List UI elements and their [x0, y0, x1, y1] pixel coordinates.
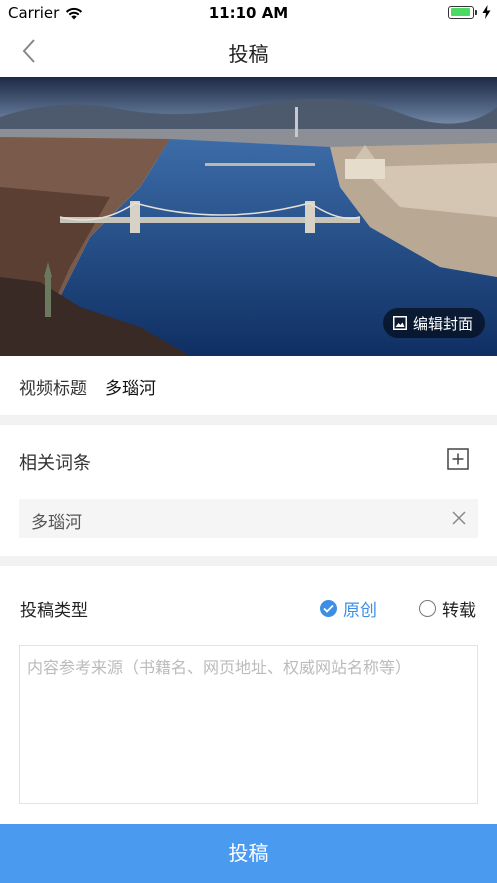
- status-time: 11:10 AM: [208, 4, 289, 22]
- radio-repost-label: 转载: [442, 601, 476, 621]
- checkmark-icon: [323, 604, 334, 613]
- source-reference-input[interactable]: [19, 645, 478, 804]
- section-divider: [0, 556, 497, 566]
- battery-icon: [448, 5, 477, 19]
- close-icon: [452, 511, 466, 525]
- video-title-value[interactable]: 多瑙河: [105, 374, 156, 399]
- plus-square-icon: [447, 448, 469, 470]
- submit-button[interactable]: 投稿: [0, 824, 497, 883]
- radio-unchecked-icon: [419, 600, 436, 617]
- related-entries-header: 相关词条: [0, 425, 497, 495]
- remove-entry-button[interactable]: [450, 509, 468, 527]
- battery-fill: [450, 8, 470, 16]
- edit-cover-label: 编辑封面: [412, 314, 473, 333]
- status-right: [448, 5, 491, 19]
- page-title: 投稿: [228, 42, 269, 66]
- section-divider: [0, 415, 497, 425]
- image-icon: [392, 316, 407, 330]
- contribution-type-label: 投稿类型: [20, 601, 88, 621]
- edit-cover-button[interactable]: 编辑封面: [382, 308, 485, 338]
- radio-original-label: 原创: [343, 601, 377, 621]
- radio-original[interactable]: 原创: [320, 596, 377, 621]
- video-title-row[interactable]: 视频标题 多瑙河: [0, 356, 497, 414]
- add-entry-button[interactable]: [447, 448, 469, 470]
- status-bar: Carrier 11:10 AM: [0, 0, 497, 26]
- related-entries-label: 相关词条: [19, 453, 91, 474]
- related-entry-text: 多瑙河: [31, 513, 82, 533]
- radio-repost[interactable]: 转载: [419, 596, 476, 621]
- nav-bar: 投稿: [0, 26, 497, 76]
- video-title-label: 视频标题: [19, 379, 87, 399]
- cover-image[interactable]: 编辑封面: [0, 77, 497, 356]
- related-entry-tag[interactable]: 多瑙河: [19, 499, 478, 538]
- contribution-type-row: 投稿类型 原创 转载: [0, 566, 497, 646]
- charging-bolt-icon: [482, 5, 491, 19]
- radio-checked-icon: [320, 600, 337, 617]
